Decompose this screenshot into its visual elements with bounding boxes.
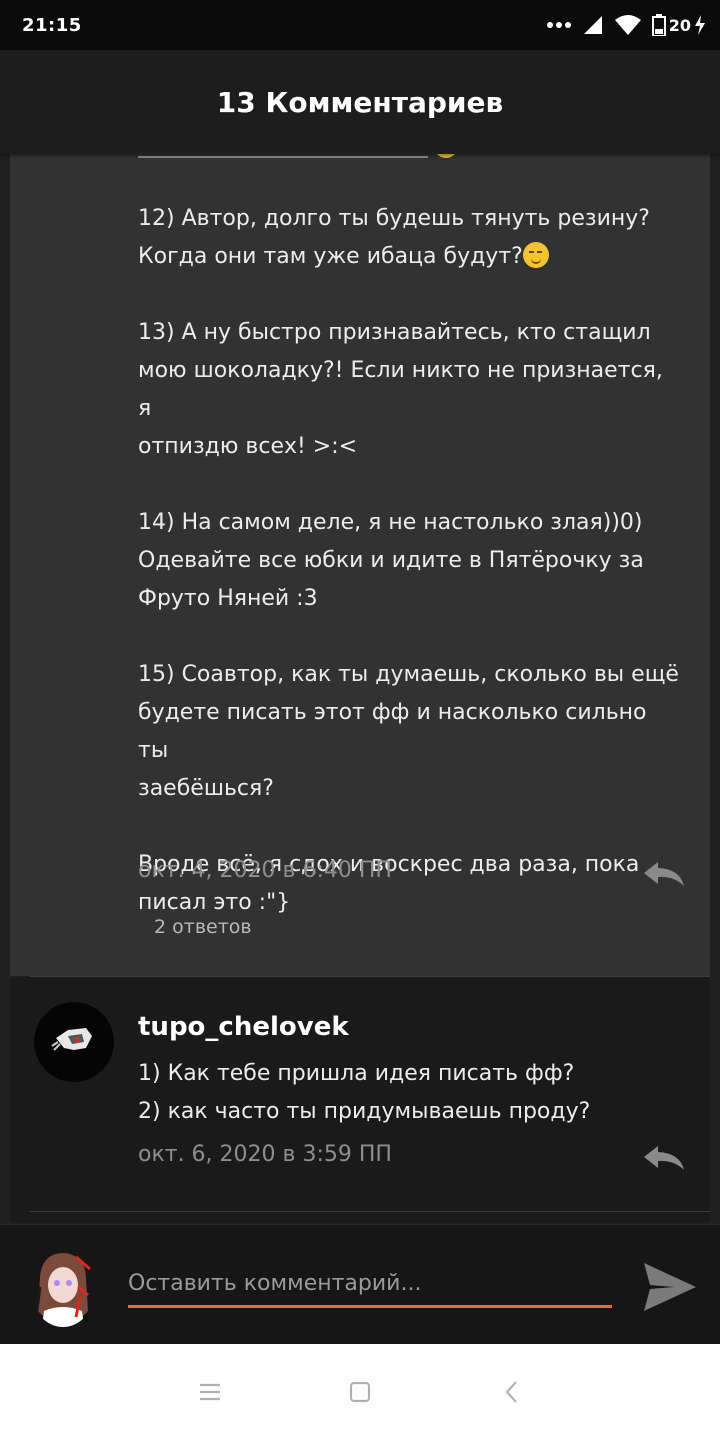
comment-paragraph: 13) А ну быстро признавайтесь, кто стащи… [138, 320, 663, 459]
signal-icon [583, 16, 602, 34]
reply-icon[interactable] [642, 1142, 686, 1174]
more-dots-icon [546, 22, 571, 28]
battery-level: 20 [668, 15, 691, 35]
comment-paragraph: 14) На самом деле, я не настолько злая))… [138, 510, 644, 611]
user-avatar[interactable] [30, 1247, 96, 1327]
back-icon[interactable] [500, 1374, 524, 1410]
comment-line: 2) как часто ты придумываешь проду? [138, 1099, 591, 1124]
comment-line: 1) Как тебе пришла идея писать фф? [138, 1061, 575, 1086]
status-icons: 20 [546, 14, 706, 36]
send-icon[interactable] [640, 1259, 700, 1315]
comment-body: 1) Как тебе пришла идея писать фф? 2) ка… [138, 1055, 590, 1131]
home-icon[interactable] [348, 1374, 372, 1410]
smirk-emoji [522, 242, 549, 268]
comments-header: 13 Комментариев [0, 50, 720, 154]
comment-paragraph-text: 12) Автор, долго ты будешь тянуть резину… [138, 206, 650, 269]
comment-paragraph: 15) Соавтор, как ты думаешь, сколько вы … [138, 662, 679, 801]
avatar[interactable] [34, 1002, 114, 1082]
battery-icon [651, 14, 666, 36]
wifi-icon [614, 15, 641, 35]
comment-card: 12) Автор, долго ты будешь тянуть резину… [10, 154, 710, 976]
comment-card: tupo_chelovek 1) Как тебе пришла идея пи… [10, 977, 710, 1223]
comment-body: 12) Автор, долго ты будешь тянуть резину… [138, 200, 683, 960]
system-nav-bar [0, 1344, 720, 1440]
comment-date: окт. 4, 2020 в 6:40 ПП [138, 858, 392, 883]
comment-input[interactable] [128, 1261, 612, 1308]
replies-link[interactable]: 2 ответов [154, 916, 252, 938]
status-bar: 21:15 20 [0, 0, 720, 50]
comments-list[interactable]: 12) Автор, долго ты будешь тянуть резину… [0, 154, 720, 1224]
reply-icon[interactable] [642, 858, 686, 890]
charging-icon [695, 15, 705, 35]
status-time: 21:15 [22, 14, 82, 36]
comment-date: окт. 6, 2020 в 3:59 ПП [138, 1142, 392, 1167]
comment-username[interactable]: tupo_chelovek [138, 1012, 349, 1042]
comment-composer [0, 1224, 720, 1345]
menu-icon[interactable] [198, 1374, 222, 1410]
divider [30, 1211, 710, 1212]
page-title: 13 Комментариев [216, 85, 504, 119]
cut-off-text-line [138, 154, 428, 158]
comment-paragraph: 12) Автор, долго ты будешь тянуть резину… [138, 200, 683, 276]
cut-off-emoji [434, 154, 458, 158]
battery-group: 20 [651, 14, 706, 36]
